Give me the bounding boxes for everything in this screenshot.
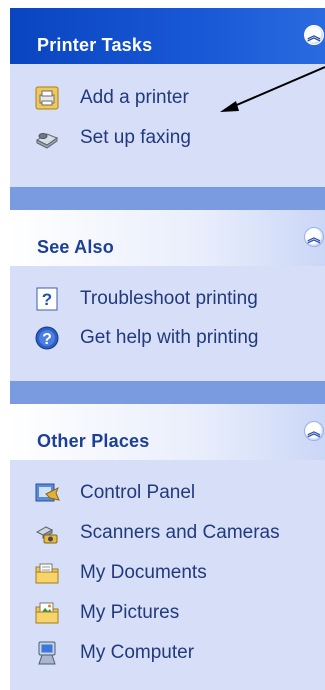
task-add-printer-label: Add a printer (80, 87, 189, 108)
link-troubleshoot-printing[interactable]: ? Troubleshoot printing (34, 284, 258, 314)
help-circle-icon: ? (34, 325, 60, 351)
other-places-collapse-button[interactable]: ︽ (304, 421, 324, 441)
place-control-panel-label: Control Panel (80, 482, 196, 503)
help-topic-icon: ? (34, 286, 60, 312)
see-also-header[interactable]: See Also ︽ (10, 210, 325, 266)
link-get-help-printing[interactable]: ? Get help with printing (34, 323, 259, 353)
add-printer-icon (34, 85, 60, 111)
svg-text:?: ? (42, 331, 52, 348)
see-also-title: See Also (37, 237, 114, 257)
place-scanners-cameras-label: Scanners and Cameras (80, 522, 280, 543)
printer-tasks-panel: Printer Tasks ︽ Add a printer Set up fax… (10, 8, 325, 187)
link-get-help-printing-label: Get help with printing (80, 327, 259, 348)
computer-icon (34, 640, 60, 666)
task-pane: Printer Tasks ︽ Add a printer Set up fax… (10, 8, 325, 690)
printer-tasks-body: Add a printer Set up faxing (10, 64, 325, 187)
printer-tasks-collapse-button[interactable]: ︽ (304, 25, 324, 45)
control-panel-icon (34, 480, 60, 506)
place-my-documents[interactable]: My Documents (34, 558, 207, 588)
see-also-body: ? Troubleshoot printing ? Get help with … (10, 266, 325, 381)
scanner-camera-icon (34, 520, 60, 546)
svg-text:?: ? (42, 290, 52, 309)
place-control-panel[interactable]: Control Panel (34, 478, 195, 508)
link-troubleshoot-printing-label: Troubleshoot printing (80, 288, 258, 309)
place-my-documents-label: My Documents (80, 562, 207, 583)
see-also-collapse-button[interactable]: ︽ (304, 227, 324, 247)
fax-icon (34, 125, 60, 151)
other-places-body: Control Panel Scanners and Cameras My Do… (10, 460, 325, 690)
other-places-panel: Other Places ︽ Control Panel Scanners an… (10, 404, 325, 690)
task-set-up-faxing-label: Set up faxing (80, 127, 191, 148)
other-places-title: Other Places (37, 431, 150, 451)
pictures-folder-icon (34, 600, 60, 626)
place-my-computer-label: My Computer (80, 642, 195, 663)
place-my-pictures[interactable]: My Pictures (34, 598, 179, 628)
place-my-pictures-label: My Pictures (80, 602, 180, 623)
task-add-printer[interactable]: Add a printer (34, 83, 189, 113)
other-places-header[interactable]: Other Places ︽ (10, 404, 325, 460)
task-set-up-faxing[interactable]: Set up faxing (34, 123, 191, 153)
place-scanners-cameras[interactable]: Scanners and Cameras (34, 518, 280, 548)
documents-folder-icon (34, 560, 60, 586)
printer-tasks-header[interactable]: Printer Tasks ︽ (10, 8, 325, 64)
place-my-computer[interactable]: My Computer (34, 638, 194, 668)
printer-tasks-title: Printer Tasks (37, 35, 153, 55)
see-also-panel: See Also ︽ ? Troubleshoot printing ? Get… (10, 210, 325, 381)
